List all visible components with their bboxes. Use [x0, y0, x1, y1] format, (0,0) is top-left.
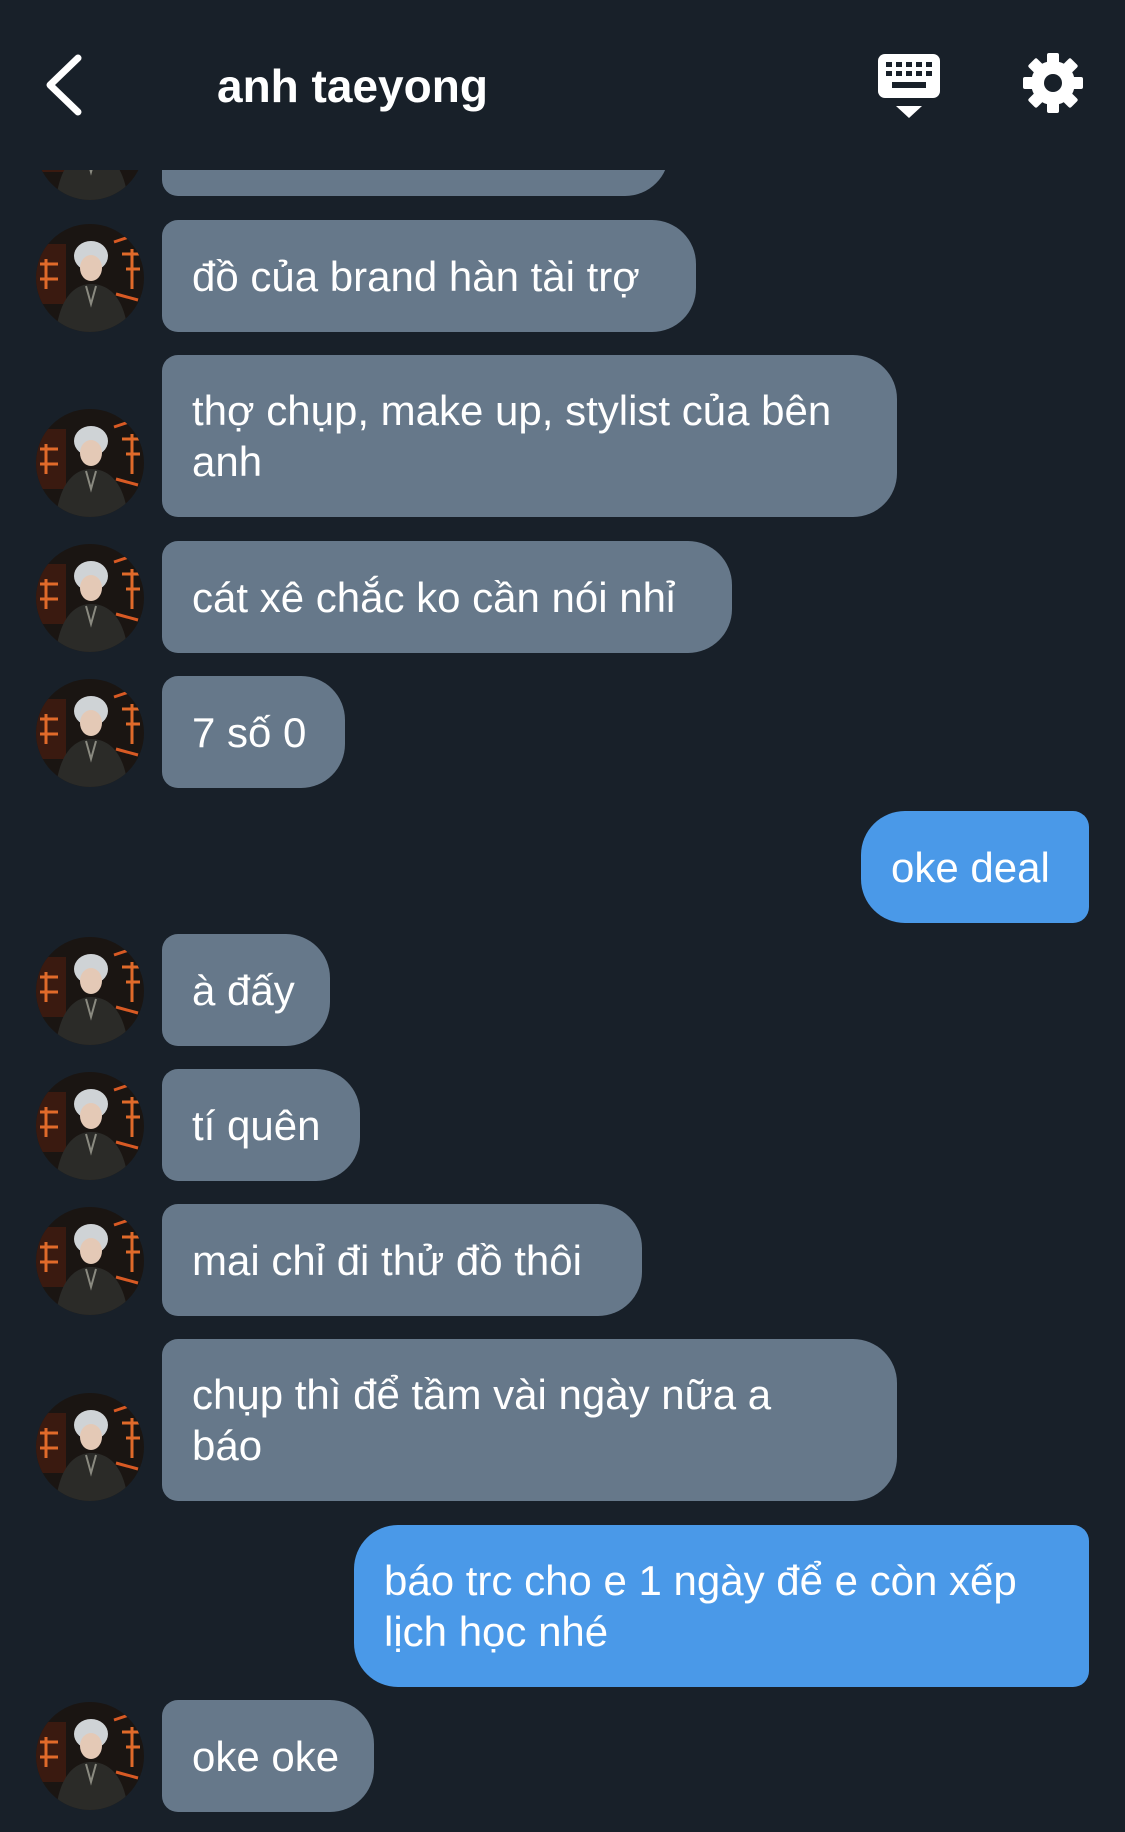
- sender-avatar: [36, 224, 144, 332]
- chevron-left-icon: [46, 54, 82, 116]
- conversation-title: anh taeyong: [217, 60, 488, 112]
- message-bubble-sent: oke deal: [861, 811, 1089, 923]
- chat-header: anh taeyong: [0, 0, 1125, 170]
- message-bubble-received: thợ chụp, make up, stylist của bên anh: [162, 355, 897, 517]
- sender-avatar: [36, 1207, 144, 1315]
- keyboard-icon: [878, 54, 940, 118]
- message-bubble-sent: báo trc cho e 1 ngày để e còn xếp lịch h…: [354, 1525, 1089, 1687]
- sender-avatar: [36, 544, 144, 652]
- message-bubble-received: mai chỉ đi thử đồ thôi: [162, 1204, 642, 1316]
- message-bubble-received: tí quên: [162, 1069, 360, 1181]
- sender-avatar: [36, 1702, 144, 1810]
- sender-avatar: [36, 1393, 144, 1501]
- message-bubble-received: đồ của brand hàn tài trợ: [162, 220, 696, 332]
- gear-icon: [1023, 53, 1083, 113]
- sender-avatar: [36, 679, 144, 787]
- settings-button[interactable]: [1022, 52, 1084, 114]
- keyboard-button[interactable]: [876, 52, 942, 120]
- back-button[interactable]: [40, 50, 90, 120]
- message-bubble-received: cát xê chắc ko cần nói nhỉ: [162, 541, 732, 653]
- sender-avatar: [36, 1072, 144, 1180]
- message-bubble-received: chụp thì để tầm vài ngày nữa a báo: [162, 1339, 897, 1501]
- message-bubble-received: 7 số 0: [162, 676, 345, 788]
- message-bubble-received: à đấy: [162, 934, 330, 1046]
- sender-avatar: [36, 937, 144, 1045]
- message-bubble-received: oke oke: [162, 1700, 374, 1812]
- sender-avatar: [36, 409, 144, 517]
